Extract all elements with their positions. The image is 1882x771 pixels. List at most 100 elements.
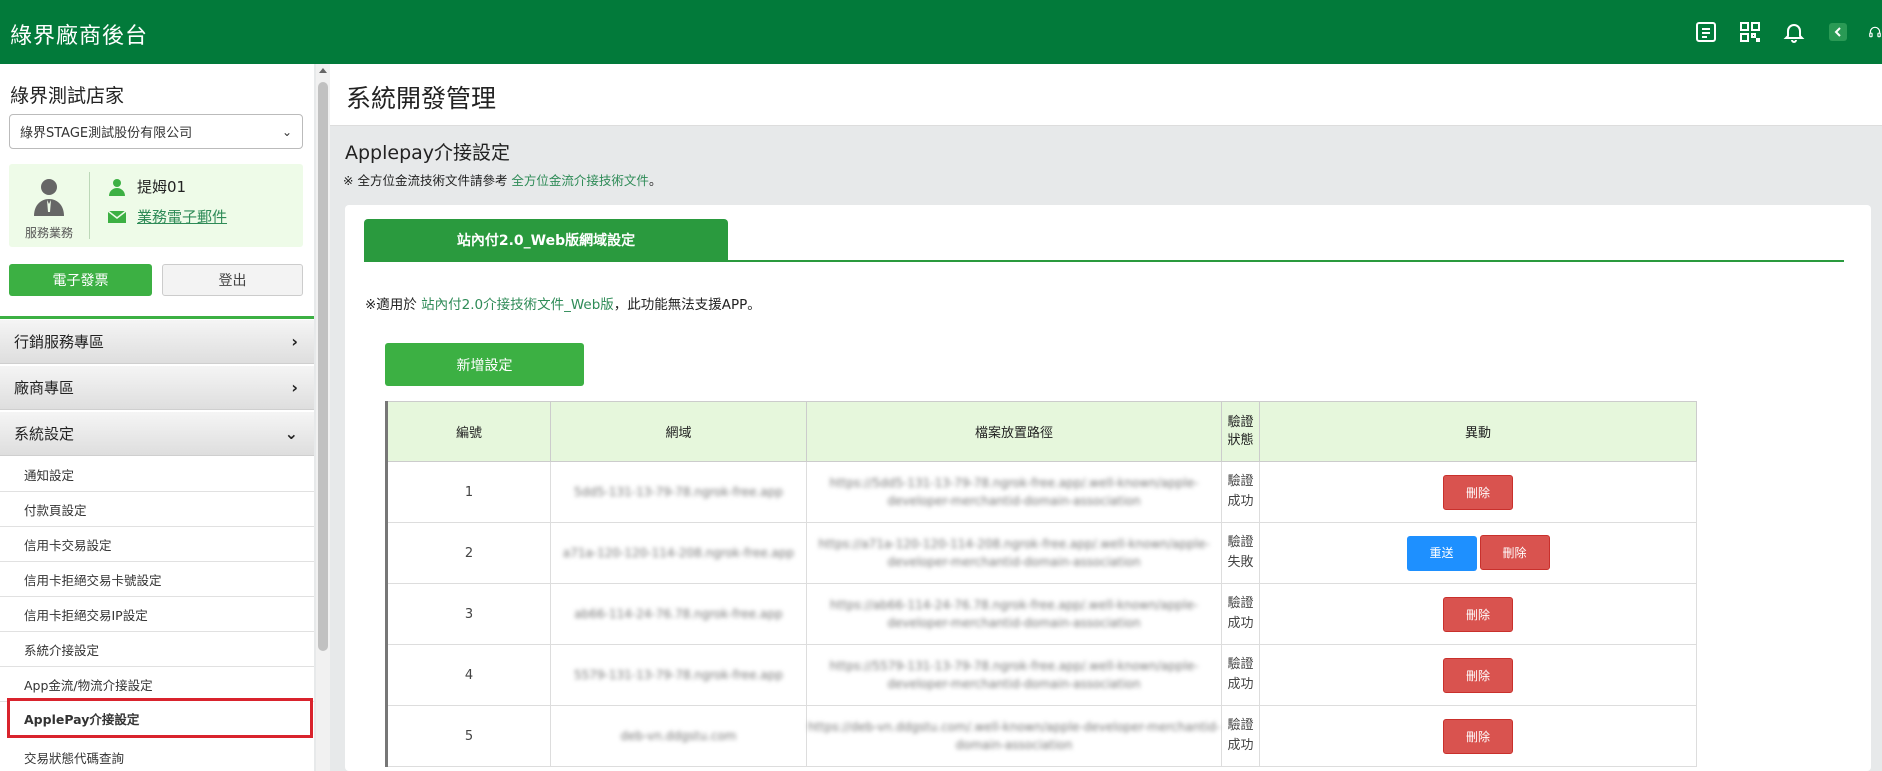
email-link[interactable]: 業務電子郵件 bbox=[137, 206, 227, 227]
path-line-2: developer-merchantid-domain-association bbox=[887, 555, 1141, 569]
user-info-box: 服務業務 提姆01 業務電子郵件 bbox=[9, 164, 303, 247]
col-header-no: 編號 bbox=[385, 401, 551, 462]
cell-action: 重送 刪除 bbox=[1259, 522, 1697, 584]
domain-text: deb-vn.ddgstu.com bbox=[620, 729, 737, 743]
sidebar-item-card-blocklist[interactable]: 信用卡拒絕交易卡號設定 bbox=[0, 562, 314, 597]
cell-path: https://deb-vn.ddgstu.com/.well-known/ap… bbox=[806, 705, 1222, 767]
col-header-path: 檔案放置路徑 bbox=[806, 401, 1222, 462]
user-role: 服務業務 bbox=[24, 226, 73, 240]
company-select-value: 綠界STAGE測試股份有限公司 bbox=[20, 126, 193, 141]
sidebar-item-notification[interactable]: 通知設定 bbox=[0, 457, 314, 492]
user-icon bbox=[109, 178, 125, 196]
cell-action: 刪除 bbox=[1259, 583, 1697, 645]
sidebar: 綠界測試店家 綠界STAGE測試股份有限公司 ⌄ 服務業務 提姆01 業務電子郵… bbox=[0, 64, 314, 771]
delete-button[interactable]: 刪除 bbox=[1443, 718, 1513, 754]
user-name-row: 提姆01 bbox=[107, 176, 186, 197]
bell-icon[interactable] bbox=[1780, 18, 1808, 46]
cell-path: https://5579-131-13-79-78.ngrok-free.app… bbox=[806, 644, 1222, 706]
cell-domain: ab66-114-24-76.78.ngrok-free.app bbox=[550, 583, 807, 645]
merchant-icon[interactable] bbox=[1692, 18, 1720, 46]
sidebar-item-credit-card[interactable]: 信用卡交易設定 bbox=[0, 527, 314, 562]
sidebar-item-applepay[interactable]: ApplePay介接設定 bbox=[7, 698, 313, 738]
card-note: ※適用於 站內付2.0介接技術文件_Web版，此功能無法支援APP。 bbox=[365, 293, 761, 313]
delete-button[interactable]: 刪除 bbox=[1443, 596, 1513, 632]
cell-no: 1 bbox=[385, 461, 551, 523]
tab-web-domain[interactable]: 站內付2.0_Web版網域設定 bbox=[364, 219, 728, 261]
table-row: 4 5579-131-13-79-78.ngrok-free.app https… bbox=[385, 644, 1697, 706]
sidebar-item-payment-page[interactable]: 付款頁設定 bbox=[0, 492, 314, 527]
web-doc-link[interactable]: 站內付2.0介接技術文件_Web版 bbox=[421, 297, 614, 313]
delete-button[interactable]: 刪除 bbox=[1443, 657, 1513, 693]
mail-icon bbox=[107, 209, 127, 223]
section-title: Applepay介接設定 bbox=[345, 142, 511, 164]
sidebar-item-app-integration[interactable]: App金流/物流介接設定 bbox=[0, 667, 314, 702]
company-select[interactable]: 綠界STAGE測試股份有限公司 ⌄ bbox=[9, 114, 303, 149]
status-text: 驗證失敗 bbox=[1227, 535, 1254, 570]
resend-button[interactable]: 重送 bbox=[1406, 536, 1477, 571]
cell-status: 驗證成功 bbox=[1221, 461, 1260, 523]
scroll-up-icon[interactable] bbox=[319, 68, 327, 73]
user-email-row: 業務電子郵件 bbox=[107, 206, 227, 227]
settings-card: 站內付2.0_Web版網域設定 ※適用於 站內付2.0介接技術文件_Web版，此… bbox=[345, 205, 1871, 771]
cell-status: 驗證成功 bbox=[1221, 705, 1260, 767]
table-row: 2 a71a-120-120-114-208.ngrok-free.app ht… bbox=[385, 522, 1697, 584]
chevron-down-icon: ⌄ bbox=[284, 424, 298, 443]
sidebar-item-ip-blocklist[interactable]: 信用卡拒絕交易IP設定 bbox=[0, 597, 314, 632]
headset-icon[interactable] bbox=[1868, 18, 1882, 46]
cell-path: https://ab66-114-24-76.78.ngrok-free.app… bbox=[806, 583, 1222, 645]
add-setting-button[interactable]: 新增設定 bbox=[385, 343, 584, 386]
delete-button[interactable]: 刪除 bbox=[1479, 535, 1550, 570]
col-header-action: 異動 bbox=[1259, 401, 1697, 462]
domain-text: 5dd5-131-13-79-78.ngrok-free.app bbox=[574, 485, 783, 499]
cell-domain: 5579-131-13-79-78.ngrok-free.app bbox=[550, 644, 807, 706]
person-icon bbox=[34, 179, 64, 216]
scrollbar-thumb[interactable] bbox=[318, 82, 328, 651]
menu-section-merchant[interactable]: 廠商專區 › bbox=[0, 366, 314, 410]
divider bbox=[89, 172, 90, 239]
cell-path: https://a71a-120-120-114-208.ngrok-free.… bbox=[806, 522, 1222, 584]
cell-action: 刪除 bbox=[1259, 705, 1697, 767]
user-name: 提姆01 bbox=[137, 178, 187, 196]
col-header-domain: 網域 bbox=[550, 401, 807, 462]
cell-action: 刪除 bbox=[1259, 644, 1697, 706]
delete-button[interactable]: 刪除 bbox=[1443, 474, 1513, 510]
path-line-2: domain-association bbox=[955, 738, 1073, 752]
top-icons bbox=[1676, 18, 1882, 46]
sidebar-item-system-integration[interactable]: 系統介接設定 bbox=[0, 632, 314, 667]
path-line-1: https://5dd5-131-13-79-78.ngrok-free.app… bbox=[829, 476, 1199, 490]
cell-status: 驗證失敗 bbox=[1221, 522, 1260, 584]
top-bar: 綠界廠商後台 bbox=[0, 0, 1882, 64]
cell-status: 驗證成功 bbox=[1221, 583, 1260, 645]
chevron-right-icon: › bbox=[291, 332, 298, 351]
cell-path: https://5dd5-131-13-79-78.ngrok-free.app… bbox=[806, 461, 1222, 523]
domain-text: a71a-120-120-114-208.ngrok-free.app bbox=[562, 546, 795, 560]
sidebar-divider bbox=[0, 316, 314, 319]
path-line-1: https://5579-131-13-79-78.ngrok-free.app… bbox=[829, 659, 1199, 673]
col-header-status: 驗證狀態 bbox=[1221, 401, 1260, 462]
cell-no: 5 bbox=[385, 705, 551, 767]
invoice-button[interactable]: 電子發票 bbox=[9, 264, 152, 296]
menu-section-marketing[interactable]: 行銷服務專區 › bbox=[0, 320, 314, 364]
card-note-suffix: ，此功能無法支援APP。 bbox=[613, 297, 761, 313]
cell-no: 4 bbox=[385, 644, 551, 706]
status-text: 驗證成功 bbox=[1227, 596, 1254, 631]
cell-no: 3 bbox=[385, 583, 551, 645]
table-row: 5 deb-vn.ddgstu.com https://deb-vn.ddgst… bbox=[385, 705, 1697, 767]
path-line-2: developer-merchantid-domain-association bbox=[887, 616, 1141, 630]
path-line-1: https://ab66-114-24-76.78.ngrok-free.app… bbox=[829, 598, 1199, 612]
menu-section-system[interactable]: 系統設定 ⌄ bbox=[0, 412, 314, 456]
app-title: 綠界廠商後台 bbox=[10, 24, 149, 49]
logout-button[interactable]: 登出 bbox=[162, 264, 303, 296]
status-text: 驗證成功 bbox=[1227, 474, 1254, 509]
back-arrow-icon[interactable] bbox=[1824, 18, 1852, 46]
qr-code-icon[interactable] bbox=[1736, 18, 1764, 46]
table-row: 3 ab66-114-24-76.78.ngrok-free.app https… bbox=[385, 583, 1697, 645]
sidebar-item-status-code[interactable]: 交易狀態代碼查詢 bbox=[0, 740, 314, 771]
sidebar-scrollbar[interactable] bbox=[316, 64, 330, 771]
table-row: 1 5dd5-131-13-79-78.ngrok-free.app https… bbox=[385, 461, 1697, 523]
cell-domain: 5dd5-131-13-79-78.ngrok-free.app bbox=[550, 461, 807, 523]
menu-section-label: 廠商專區 bbox=[14, 379, 75, 397]
cell-no: 2 bbox=[385, 522, 551, 584]
status-text: 驗證成功 bbox=[1227, 657, 1254, 692]
tech-doc-link[interactable]: 全方位金流介接技術文件 bbox=[511, 173, 649, 188]
